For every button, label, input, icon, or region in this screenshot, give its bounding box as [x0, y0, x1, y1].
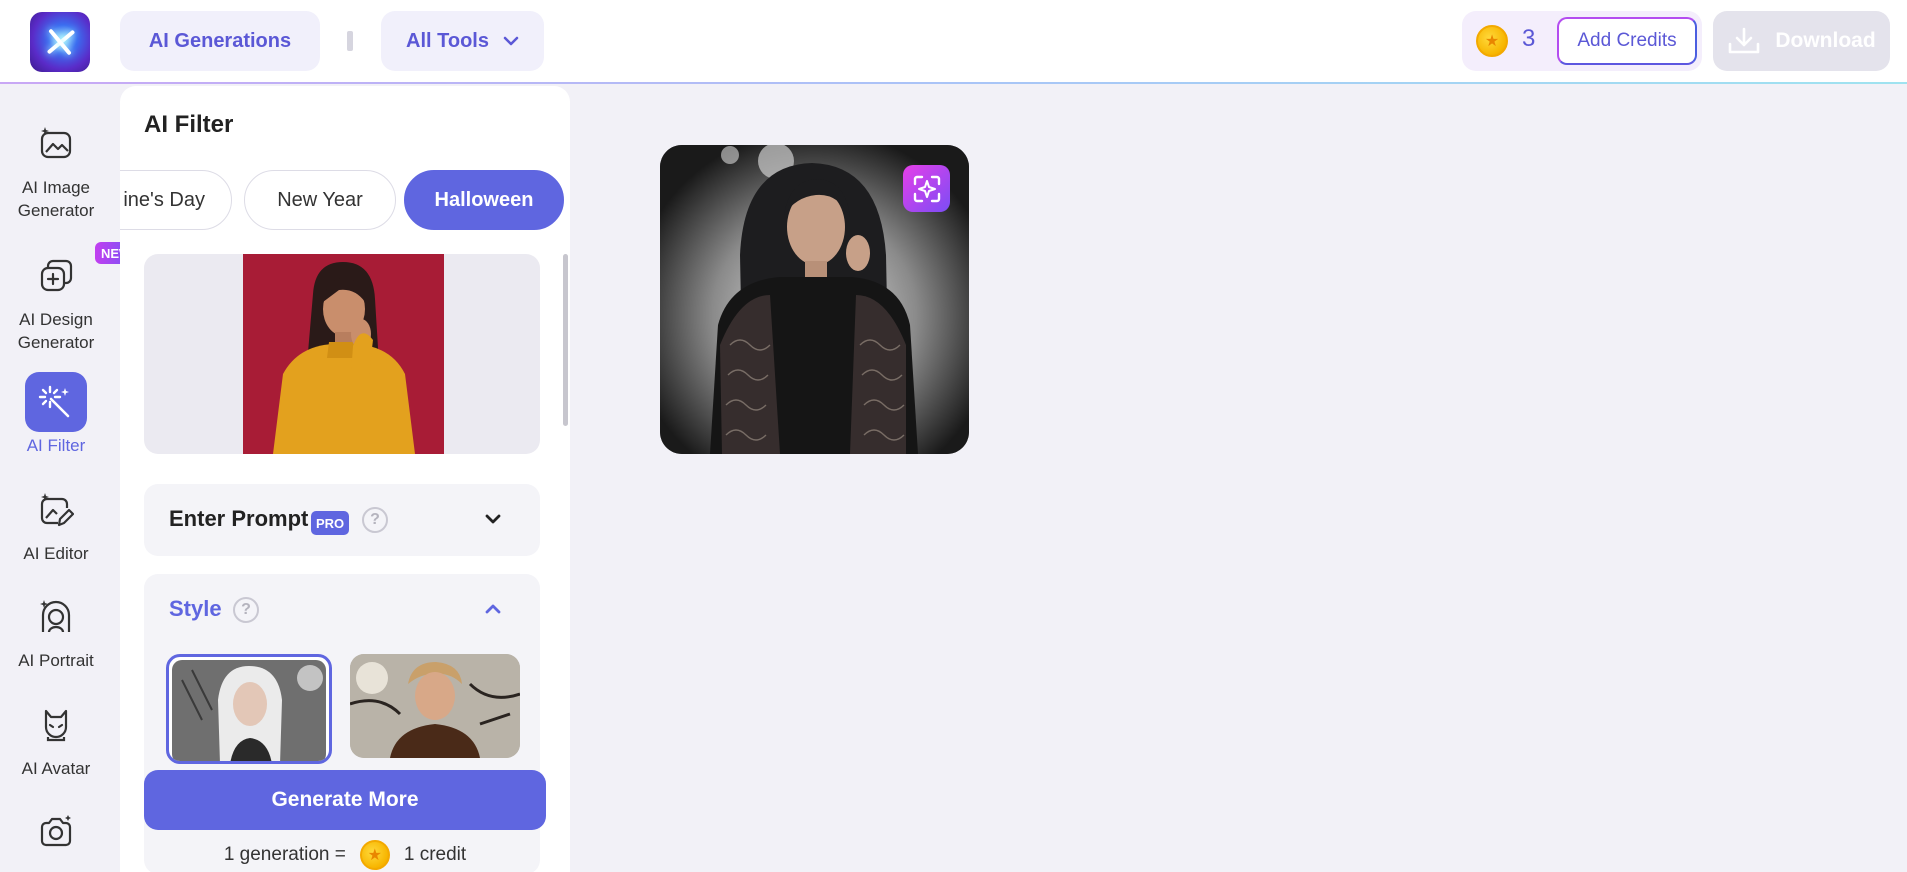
ai-generations-button[interactable]: AI Generations — [120, 11, 320, 71]
scan-sparkle-icon — [913, 175, 940, 202]
generation-cost-note: 1 generation = 1 credit — [120, 840, 570, 870]
rail-item-ai-filter[interactable]: AI Filter — [0, 372, 112, 457]
rail-item-ai-avatar[interactable]: AI Avatar — [0, 695, 112, 780]
all-tools-dropdown[interactable]: All Tools — [381, 11, 544, 71]
pro-badge: PRO — [311, 511, 350, 535]
magic-wand-icon — [25, 372, 87, 432]
generated-result-image[interactable] — [660, 145, 969, 454]
panel-scrollbar[interactable] — [563, 254, 568, 426]
ai-filter-panel: AI Filter ine's Day New Year Halloween E… — [120, 86, 570, 872]
style-card-white-hair[interactable] — [166, 654, 332, 764]
image-edit-icon — [25, 480, 87, 540]
rail-label: AI Portrait — [18, 651, 94, 670]
add-credits-button[interactable]: Add Credits — [1557, 17, 1697, 65]
ai-generations-label: AI Generations — [148, 29, 292, 52]
generate-more-button[interactable]: Generate More — [144, 770, 546, 830]
rail-label: AI Filter — [26, 436, 86, 455]
chevron-down-icon[interactable] — [484, 512, 502, 526]
coin-icon — [359, 840, 390, 870]
help-icon[interactable]: ? — [233, 597, 259, 623]
top-bar-accent-line — [0, 82, 1907, 84]
rail-item-ai-design-generator[interactable]: NEW AI Design Generator — [0, 242, 138, 354]
help-icon[interactable]: ? — [362, 507, 388, 533]
download-label: Download — [1775, 29, 1876, 52]
tab-valentines-day[interactable]: ine's Day — [120, 170, 232, 230]
top-bar: AI Generations All Tools 3 Add Credits D… — [0, 0, 1907, 84]
rail-label: AI Editor — [23, 544, 89, 563]
rail-item-camera[interactable] — [0, 802, 112, 862]
panel-title: AI Filter — [144, 111, 234, 138]
rail-label: AI Image Generator — [17, 178, 95, 220]
source-photo — [243, 254, 444, 454]
chevron-up-icon[interactable] — [484, 602, 502, 616]
credits-box: 3 Add Credits — [1462, 11, 1702, 71]
enter-prompt-title: Enter Prompt — [169, 506, 309, 531]
download-button[interactable]: Download — [1713, 11, 1890, 71]
all-tools-label: All Tools — [406, 29, 489, 52]
rail-item-ai-editor[interactable]: AI Editor — [0, 480, 112, 565]
credits-count: 3 — [1522, 25, 1536, 52]
rail-item-ai-portrait[interactable]: AI Portrait — [0, 587, 112, 672]
portrait-icon — [25, 587, 87, 647]
generation-note-right: 1 credit — [403, 844, 467, 865]
tab-new-year[interactable]: New Year — [244, 170, 396, 230]
source-image-preview[interactable] — [144, 254, 540, 454]
tab-halloween[interactable]: Halloween — [404, 170, 564, 230]
download-icon — [1729, 27, 1760, 54]
style-card-man[interactable] — [350, 654, 520, 758]
app-logo[interactable] — [30, 12, 90, 72]
rail-item-ai-image-generator[interactable]: AI Image Generator — [0, 114, 112, 222]
enter-prompt-section[interactable]: Enter Prompt PRO ? — [144, 484, 540, 556]
chevron-down-icon — [503, 36, 519, 46]
rail-label: AI Design Generator — [17, 310, 95, 352]
avatar-cat-icon — [25, 695, 87, 755]
image-sparkle-icon — [25, 114, 87, 174]
rail-label: AI Avatar — [21, 759, 91, 778]
left-nav-rail: AI Image Generator NEW AI Design Generat… — [0, 84, 138, 872]
camera-icon — [25, 802, 87, 862]
divider — [347, 31, 353, 51]
coin-icon — [1476, 25, 1508, 57]
style-title: Style — [169, 596, 222, 621]
enhance-scan-button[interactable] — [903, 165, 950, 212]
design-plus-icon: NEW — [25, 242, 138, 306]
generation-note-left: 1 generation = — [223, 844, 346, 865]
